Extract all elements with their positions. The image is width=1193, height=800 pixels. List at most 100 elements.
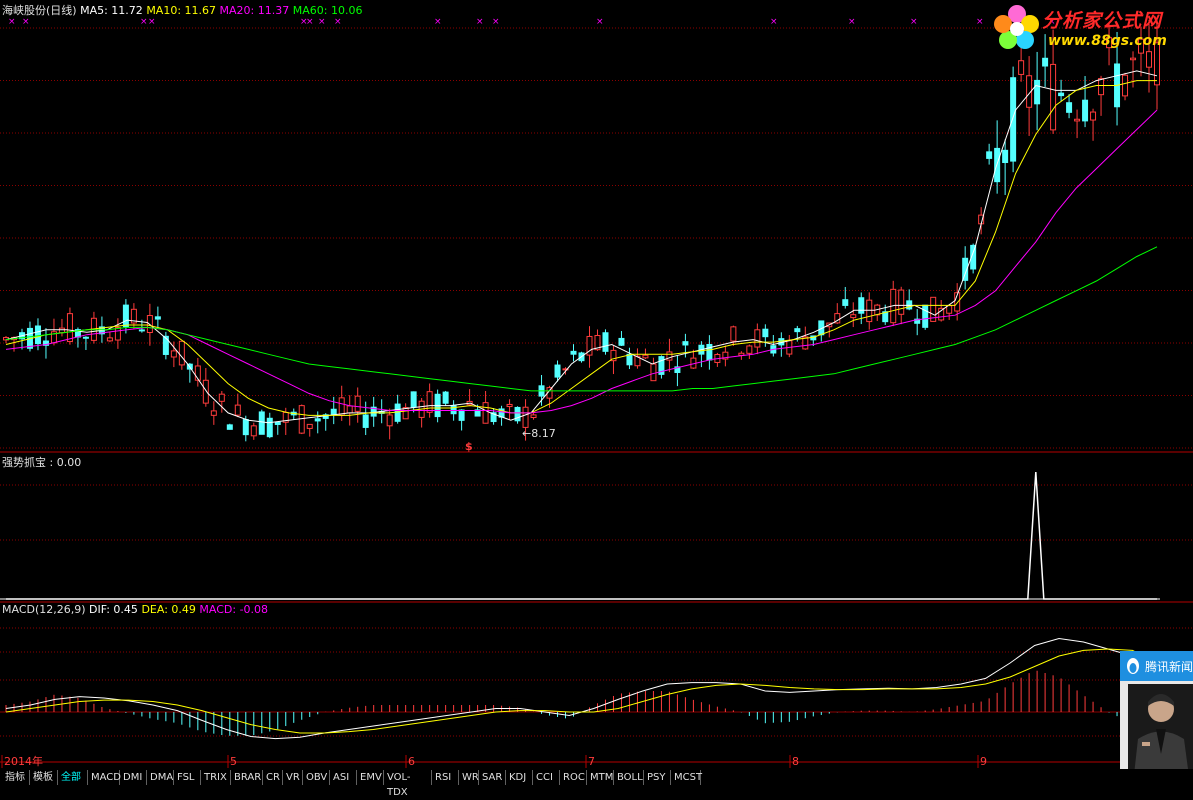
- axis-label: 8: [792, 755, 799, 768]
- signal-x-mark: ×: [434, 17, 442, 27]
- ma20-value: MA20: 11.37: [219, 4, 290, 17]
- candle-down: [410, 391, 417, 408]
- axis-label: 5: [230, 755, 237, 768]
- tab-wr[interactable]: WR: [459, 770, 479, 785]
- tab-trix[interactable]: TRIX: [201, 770, 231, 785]
- candle-up: [298, 405, 305, 434]
- news-popup[interactable]: 腾讯新闻: [1120, 651, 1193, 786]
- macd-name: MACD(12,26,9): [2, 603, 86, 616]
- candle-down: [906, 300, 913, 310]
- signal-x-mark: ×: [334, 17, 342, 27]
- candle-up: [354, 395, 361, 412]
- candle-down: [242, 419, 249, 436]
- tab-asi[interactable]: ASI: [330, 770, 357, 785]
- candle-down: [986, 151, 993, 159]
- tab-psy[interactable]: PSY: [644, 770, 671, 785]
- candle-down: [274, 421, 281, 425]
- ma-line-ma5: [5, 70, 1158, 424]
- candle-up: [202, 379, 209, 404]
- signal-x-mark: ×: [492, 17, 500, 27]
- candle-down: [922, 304, 929, 328]
- candle-up: [1098, 78, 1105, 96]
- tab-dmi[interactable]: DMI: [120, 770, 147, 785]
- candle-up: [1074, 118, 1081, 122]
- tab-fsl[interactable]: FSL: [174, 770, 201, 785]
- candle-down: [626, 353, 633, 366]
- signal-x-mark: ×: [22, 17, 30, 27]
- candle-up: [730, 326, 737, 342]
- candle-up: [170, 350, 177, 358]
- tab-obv[interactable]: OBV: [303, 770, 330, 785]
- ma60-value: MA60: 10.06: [292, 4, 363, 17]
- signal-x-mark: ×: [306, 17, 314, 27]
- tab-模板[interactable]: 模板: [30, 770, 58, 785]
- candle-up: [946, 305, 953, 314]
- tab-mcst[interactable]: MCST: [671, 770, 702, 785]
- indicator-line: [6, 471, 1157, 600]
- candle-down: [1034, 79, 1041, 105]
- tab-cr[interactable]: CR: [263, 770, 283, 785]
- tab-boll[interactable]: BOLL: [614, 770, 644, 785]
- chart-stage: × × × × × × × × × × × × × × × × × 2014年 5 6 7 8 9 海峡股份(日线) MA…: [0, 0, 1193, 798]
- candle-down: [1010, 77, 1017, 162]
- signal-x-mark: ×: [8, 17, 16, 27]
- candle-down: [154, 316, 161, 320]
- news-popup-header[interactable]: 腾讯新闻: [1120, 651, 1193, 681]
- candle-down: [442, 391, 449, 404]
- tab-dma[interactable]: DMA: [147, 770, 174, 785]
- dea-value: DEA: 0.49: [141, 603, 196, 616]
- news-popup-title: 腾讯新闻: [1145, 660, 1193, 674]
- candle-up: [650, 363, 657, 382]
- candle-up: [234, 404, 241, 416]
- candle-up: [746, 345, 753, 354]
- tab-kdj[interactable]: KDJ: [506, 770, 533, 785]
- candle-down: [842, 299, 849, 306]
- signal-marker: $: [465, 440, 473, 453]
- tab-sar[interactable]: SAR: [479, 770, 506, 785]
- candle-down: [762, 328, 769, 338]
- candle-up: [218, 393, 225, 402]
- candle-down: [1058, 92, 1065, 97]
- candle-down: [1042, 57, 1049, 67]
- axis-label: 7: [588, 755, 595, 768]
- chart-canvas[interactable]: × × × × ×× × × × × × × × × × × × 2014年 5 6 7 8 9: [0, 0, 1193, 786]
- tab-roc[interactable]: ROC: [560, 770, 587, 785]
- candle-up: [1090, 111, 1097, 121]
- tab-brar[interactable]: BRAR: [231, 770, 263, 785]
- tab-vol-tdx[interactable]: VOL-TDX: [384, 770, 432, 798]
- candle-down: [266, 417, 273, 438]
- dif-value: DIF: 0.45: [89, 603, 138, 616]
- tab-rsi[interactable]: RSI: [432, 770, 459, 785]
- tab-指标[interactable]: 指标: [2, 770, 30, 785]
- signal-x-mark: ×: [476, 17, 484, 27]
- indicator-label: 强势抓宝 : 0.00: [2, 456, 82, 469]
- candle-down: [570, 350, 577, 355]
- candle-down: [258, 411, 265, 435]
- candlesticks: [3, 17, 1160, 442]
- low-price-marker: ←8.17: [522, 427, 556, 440]
- candle-up: [530, 414, 537, 419]
- candle-down: [554, 364, 561, 378]
- dea-line: [5, 648, 1158, 734]
- tab-macd[interactable]: MACD: [88, 770, 121, 785]
- arrow-left-icon: ←: [522, 427, 532, 440]
- candle-up: [522, 406, 529, 428]
- tab-vr[interactable]: VR: [283, 770, 303, 785]
- candle-down: [394, 403, 401, 422]
- indicator-panel-header: 强势抓宝 : 0.00: [2, 454, 81, 470]
- candle-down: [794, 328, 801, 333]
- ma-line-ma10: [5, 80, 1157, 416]
- tab-cci[interactable]: CCI: [533, 770, 560, 785]
- penguin-icon: [1127, 658, 1139, 674]
- tab-全部[interactable]: 全部: [58, 770, 88, 785]
- tab-mtm[interactable]: MTM: [587, 770, 614, 785]
- candle-down: [1082, 99, 1089, 122]
- axis-label: 2014年: [4, 754, 43, 768]
- tab-emv[interactable]: EMV: [357, 770, 384, 785]
- signal-x-mark: ×: [770, 17, 778, 27]
- signal-x-mark: ×: [318, 17, 326, 27]
- candle-down: [682, 341, 689, 346]
- candle-down: [82, 336, 89, 339]
- candle-up: [250, 425, 257, 437]
- signal-x-mark: ×: [910, 17, 918, 27]
